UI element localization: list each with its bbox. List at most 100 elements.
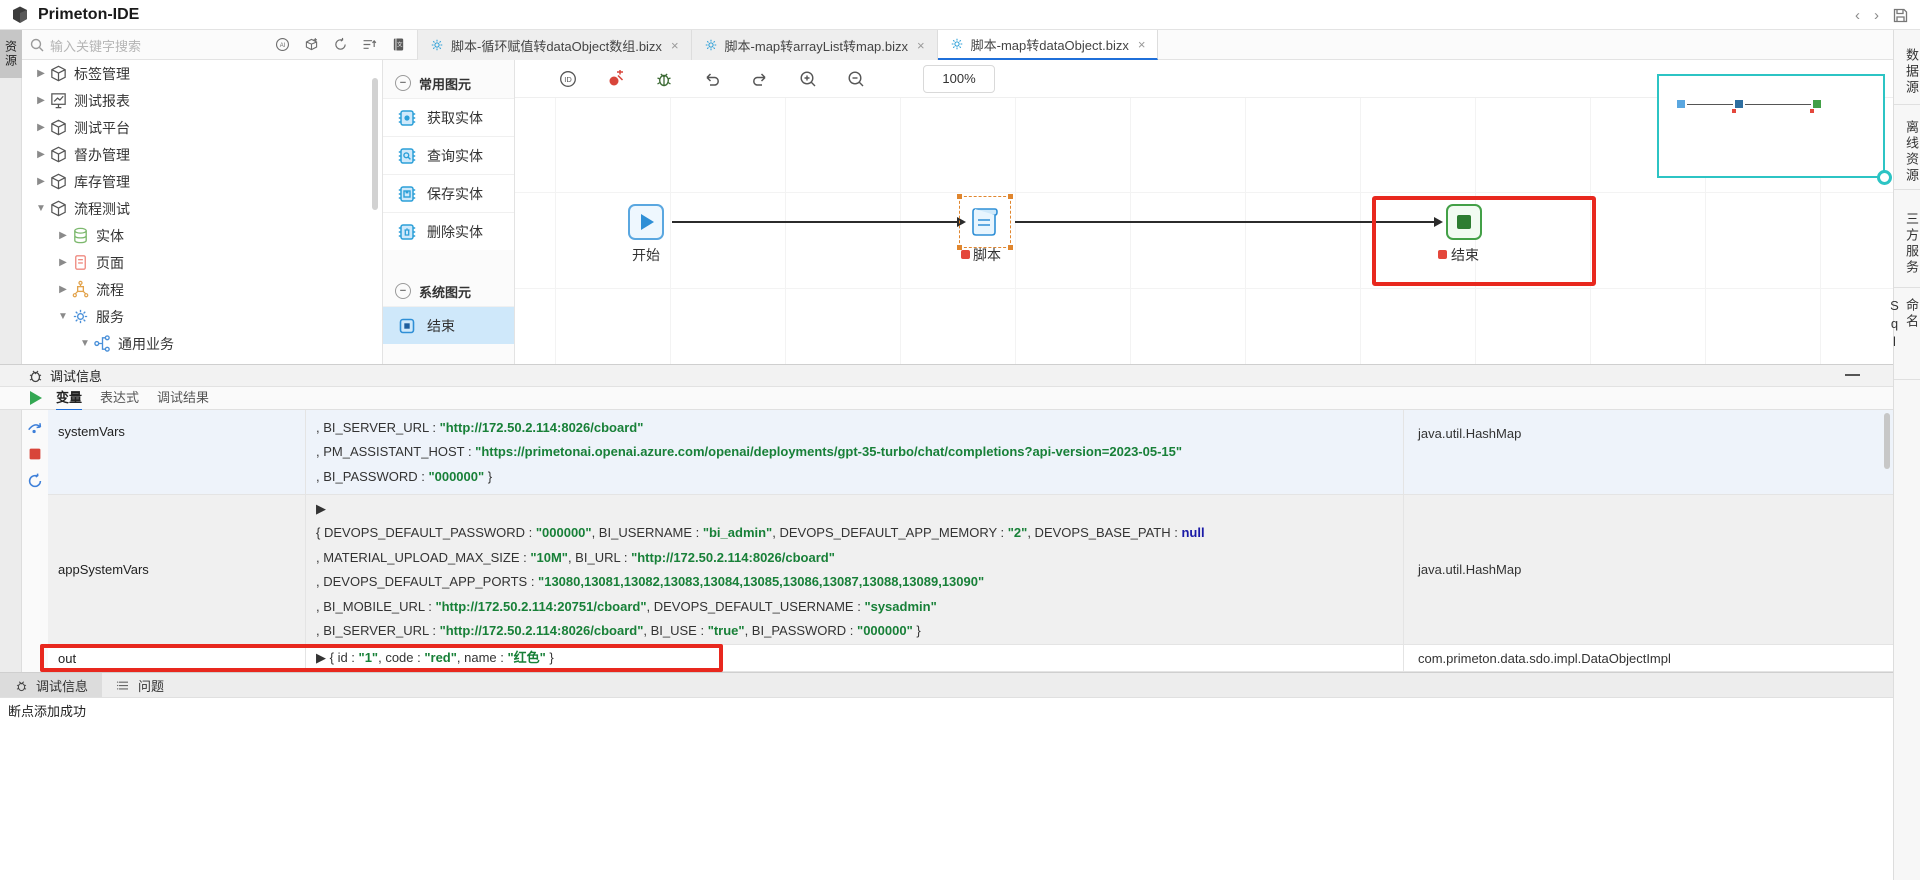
search-input[interactable]: 输入关键字搜索 [22,30,272,60]
variable-type: java.util.HashMap [1403,410,1893,494]
editor-tab-label: 脚本-map转dataObject.bizx [971,35,1129,54]
flow-canvas[interactable]: ID 100% 开始 脚本 结束 [515,60,1893,364]
redo-button[interactable] [749,68,771,90]
status-bar: 断点添加成功 [0,697,1893,722]
breakpoint-dot[interactable] [961,250,970,259]
minimap-end-node [1813,100,1821,108]
tree-item-label: 通用业务 [118,334,174,354]
debug-tab-变量[interactable]: 变量 [56,385,82,411]
palette-item-保存实体[interactable]: 保存实体 [383,174,514,212]
tree-item-督办管理[interactable]: ▶督办管理 [22,141,382,168]
breakpoint-remove-button[interactable] [605,68,627,90]
chevron-right-icon[interactable]: ▶ [34,149,48,160]
tree-scrollbar[interactable] [372,78,378,210]
undo-icon [702,69,722,89]
minimap-resize-handle[interactable] [1877,170,1892,185]
tree-item-实体[interactable]: ▶实体 [22,222,382,249]
debug-bug-icon [14,678,29,693]
nav-forward-icon[interactable]: › [1874,7,1879,24]
sidebar-tab-resources[interactable]: 资源 [0,30,22,78]
stop-button[interactable] [26,445,44,463]
start-play-icon [641,214,654,230]
zoom-in-button[interactable] [797,68,819,90]
chevron-right-icon[interactable]: ▶ [34,122,48,133]
palette-section-0[interactable]: −常用图元 [383,68,514,98]
bottom-tabbar: 调试信息问题 [0,672,1893,697]
palette-item-获取实体[interactable]: 获取实体 [383,98,514,136]
box-icon [49,145,68,164]
chevron-right-icon[interactable]: ▶ [34,176,48,187]
tree-item-通用业务[interactable]: ▼ 通用业务 [22,330,382,357]
palette-item-结束[interactable]: 结束 [383,306,514,344]
zoom-out-button[interactable] [845,68,867,90]
breakpoint-dot[interactable] [1438,250,1447,259]
debug-tabbar: 变量表达式调试结果 [0,387,1893,410]
undo-button[interactable] [701,68,723,90]
right-tab-三方服务[interactable]: 三方服务 [1894,190,1920,288]
right-tab-数据源[interactable]: 数据源 [1894,30,1920,105]
branch-icon [93,334,112,353]
tree-item-库存管理[interactable]: ▶库存管理 [22,168,382,195]
variable-row-systemVars[interactable]: systemVars{ BI_USERNAME : "bi_admin" , B… [48,410,1893,495]
debug-tab-表达式[interactable]: 表达式 [100,385,139,411]
save-icon[interactable] [1893,8,1908,23]
tree-item-服务[interactable]: ▼服务 [22,303,382,330]
close-icon[interactable]: × [1138,37,1146,52]
collapse-icon[interactable]: − [395,283,411,299]
debug-tab-调试结果[interactable]: 调试结果 [157,385,209,411]
right-tab-命名Sql[interactable]: 命名Sql [1894,288,1920,380]
tree-item-测试报表[interactable]: ▶测试报表 [22,87,382,114]
chevron-down-icon[interactable]: ▼ [78,338,92,349]
chevron-down-icon[interactable]: ▼ [34,203,48,214]
tree-item-标签管理[interactable]: ▶标签管理 [22,60,382,87]
explorer-util-icons: AI文 [272,30,418,59]
svg-text:ID: ID [564,74,572,83]
palette-item-删除实体[interactable]: 删除实体 [383,212,514,250]
variable-row-appSystemVars[interactable]: appSystemVars▶{ DEVOPS_DEFAULT_PASSWORD … [48,495,1893,645]
bottom-tab-问题[interactable]: 问题 [102,673,178,697]
end-square-icon [397,316,417,336]
flow-node-end[interactable] [1446,204,1482,240]
minimap[interactable] [1657,74,1885,178]
collapse-icon[interactable]: − [395,75,411,91]
tree-item-页面[interactable]: ▶页面 [22,249,382,276]
editor-tab-1[interactable]: 脚本-map转arrayList转map.bizx× [692,30,938,60]
chevron-down-icon[interactable]: ▼ [56,311,70,322]
editor-tab-0[interactable]: 脚本-循环赋值转dataObject数组.bizx× [418,30,692,60]
id-badge-icon: ID [558,69,578,89]
close-icon[interactable]: × [917,38,925,53]
step-over-button[interactable] [26,418,44,436]
box-icon [49,118,68,137]
resume-icon[interactable] [30,391,42,405]
tree-item-流程测试[interactable]: ▼流程测试 [22,195,382,222]
editor-tabstrip: 脚本-循环赋值转dataObject数组.bizx×脚本-map转arrayLi… [418,30,1158,60]
tree-item-测试平台[interactable]: ▶测试平台 [22,114,382,141]
debug-panel-header[interactable]: 调试信息 [0,364,1893,387]
palette-section-1[interactable]: −系统图元 [383,276,514,306]
chevron-right-icon[interactable]: ▶ [56,257,70,268]
close-icon[interactable]: × [671,38,679,53]
chevron-right-icon[interactable]: ▶ [56,284,70,295]
table-scrollbar[interactable] [1884,413,1890,469]
chevron-right-icon[interactable]: ▶ [34,95,48,106]
debug-bug-button[interactable] [653,68,675,90]
debug-minimize-button[interactable] [1845,374,1860,376]
palette-item-查询实体[interactable]: 查询实体 [383,136,514,174]
gear-icon [71,307,90,326]
right-tab-离线资源[interactable]: 离线资源 [1894,105,1920,190]
node-label-script: 脚本 [973,245,1001,265]
debug-bug-icon [28,368,43,383]
editor-tab-2[interactable]: 脚本-map转dataObject.bizx × [938,30,1159,60]
chevron-right-icon[interactable]: ▶ [34,68,48,79]
zoom-level-select[interactable]: 100% [923,65,995,93]
page-icon [71,253,90,272]
bottom-tab-调试信息[interactable]: 调试信息 [0,673,102,697]
tree-item-流程[interactable]: ▶流程 [22,276,382,303]
id-badge-button[interactable]: ID [557,68,579,90]
restart-button[interactable] [26,472,44,490]
flow-node-start[interactable] [628,204,664,240]
flow-edge-start-script[interactable] [672,221,960,223]
chevron-right-icon[interactable]: ▶ [56,230,70,241]
flow-node-script[interactable] [966,203,1004,241]
nav-back-icon[interactable]: ‹ [1855,7,1860,24]
